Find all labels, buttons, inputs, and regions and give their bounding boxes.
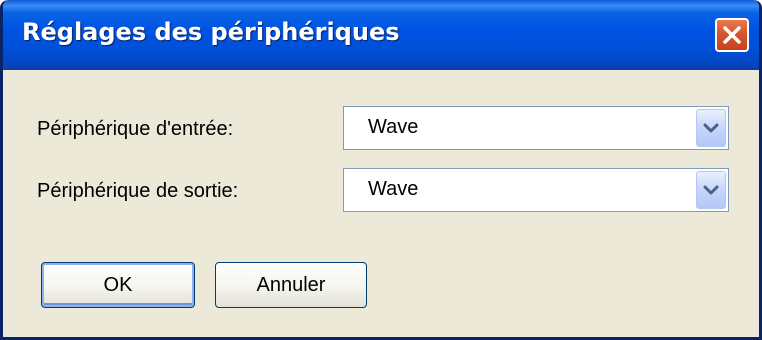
title-bar[interactable]: Réglages des périphériques: [3, 0, 759, 70]
output-device-select[interactable]: Wave: [343, 168, 729, 212]
device-settings-dialog: Réglages des périphériques Périphérique …: [0, 0, 762, 340]
ok-button[interactable]: OK: [41, 262, 195, 308]
cancel-button[interactable]: Annuler: [215, 262, 367, 308]
input-device-select[interactable]: Wave: [343, 106, 729, 150]
window-title: Réglages des périphériques: [22, 18, 400, 46]
input-device-label: Périphérique d'entrée:: [37, 118, 234, 140]
output-device-value: Wave: [368, 178, 419, 200]
output-device-dropdown-button[interactable]: [696, 171, 726, 209]
output-device-label: Périphérique de sortie:: [37, 180, 239, 202]
chevron-down-icon: [703, 185, 719, 195]
input-device-value: Wave: [368, 116, 419, 138]
close-icon: [723, 26, 741, 44]
input-device-dropdown-button[interactable]: [696, 109, 726, 147]
chevron-down-icon: [703, 123, 719, 133]
close-button[interactable]: [715, 18, 749, 52]
